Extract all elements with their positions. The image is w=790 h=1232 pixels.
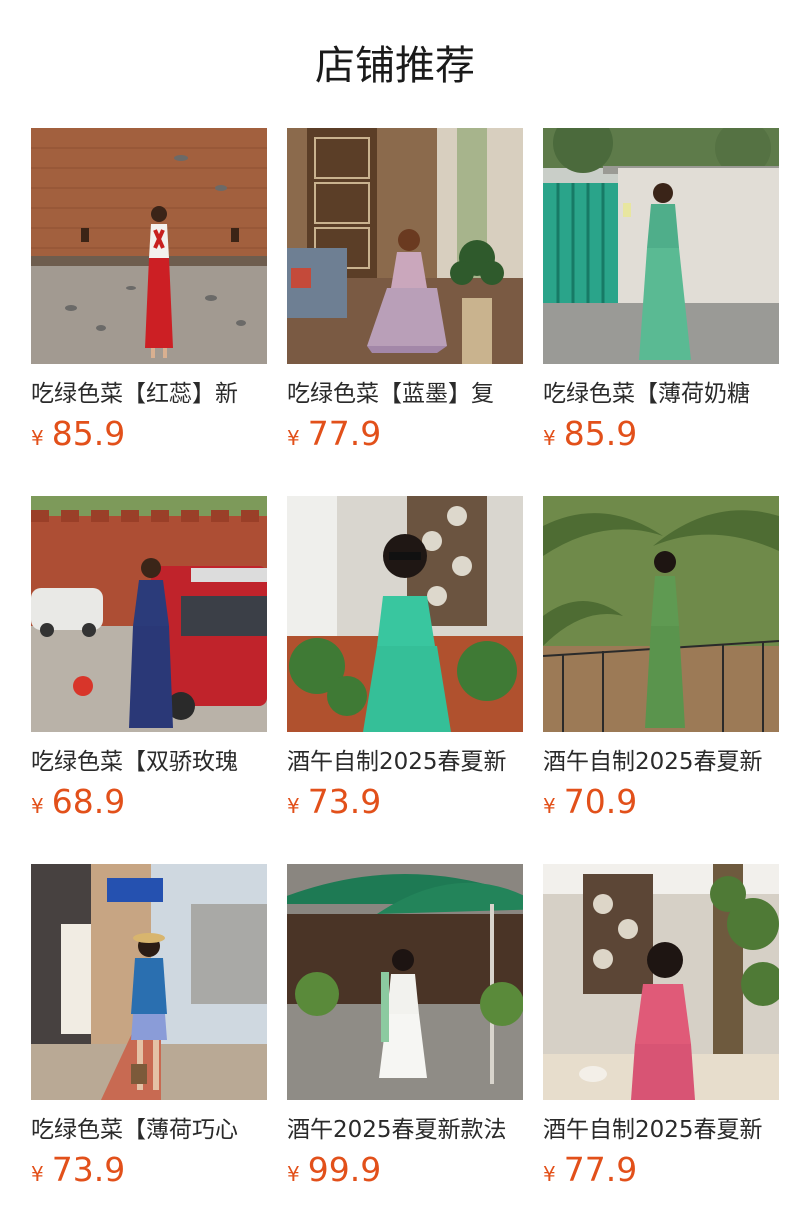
currency-symbol: ¥ bbox=[31, 426, 44, 450]
product-image[interactable] bbox=[31, 864, 267, 1100]
currency-symbol: ¥ bbox=[287, 1162, 300, 1186]
product-name[interactable]: 酒午自制2025春夏新 bbox=[543, 1114, 779, 1146]
price-value: 70.9 bbox=[563, 782, 638, 821]
price-value: 99.9 bbox=[307, 1150, 382, 1189]
product-name[interactable]: 吃绿色菜【双骄玫瑰 bbox=[31, 746, 267, 778]
price-value: 85.9 bbox=[563, 414, 638, 453]
product-image[interactable] bbox=[543, 864, 779, 1100]
product-card[interactable]: 酒午自制2025春夏新 ¥ 70.9 bbox=[543, 496, 779, 864]
product-card[interactable]: 酒午自制2025春夏新 ¥ 77.9 bbox=[543, 864, 779, 1232]
product-price: ¥ 70.9 bbox=[543, 782, 779, 822]
price-value: 68.9 bbox=[51, 782, 126, 821]
section-title: 店铺推荐 bbox=[315, 43, 475, 89]
product-price: ¥ 73.9 bbox=[287, 782, 523, 822]
product-image[interactable] bbox=[287, 496, 523, 732]
currency-symbol: ¥ bbox=[31, 1162, 44, 1186]
product-photo bbox=[543, 496, 779, 732]
price-value: 77.9 bbox=[307, 414, 382, 453]
currency-symbol: ¥ bbox=[543, 1162, 556, 1186]
product-image[interactable] bbox=[31, 496, 267, 732]
product-price: ¥ 99.9 bbox=[287, 1150, 523, 1190]
currency-symbol: ¥ bbox=[543, 794, 556, 818]
price-value: 73.9 bbox=[51, 1150, 126, 1189]
product-photo bbox=[543, 864, 779, 1100]
product-card[interactable]: 酒午自制2025春夏新 ¥ 73.9 bbox=[287, 496, 523, 864]
product-price: ¥ 77.9 bbox=[543, 1150, 779, 1190]
product-photo bbox=[31, 496, 267, 732]
product-name[interactable]: 酒午自制2025春夏新 bbox=[287, 746, 523, 778]
price-value: 77.9 bbox=[563, 1150, 638, 1189]
product-name[interactable]: 酒午自制2025春夏新 bbox=[543, 746, 779, 778]
product-photo bbox=[31, 864, 267, 1100]
product-image[interactable] bbox=[287, 864, 523, 1100]
currency-symbol: ¥ bbox=[543, 426, 556, 450]
product-card[interactable]: 吃绿色菜【薄荷巧心 ¥ 73.9 bbox=[31, 864, 267, 1232]
price-value: 73.9 bbox=[307, 782, 382, 821]
product-photo bbox=[543, 128, 779, 364]
product-photo bbox=[287, 496, 523, 732]
product-name[interactable]: 吃绿色菜【薄荷巧心 bbox=[31, 1114, 267, 1146]
product-image[interactable] bbox=[31, 128, 267, 364]
product-name[interactable]: 吃绿色菜【红蕊】新 bbox=[31, 378, 267, 410]
currency-symbol: ¥ bbox=[287, 794, 300, 818]
product-card[interactable]: 吃绿色菜【双骄玫瑰 ¥ 68.9 bbox=[31, 496, 267, 864]
product-photo bbox=[287, 864, 523, 1100]
product-photo bbox=[31, 128, 267, 364]
product-card[interactable]: 吃绿色菜【红蕊】新 ¥ 85.9 bbox=[31, 128, 267, 496]
product-image[interactable] bbox=[543, 496, 779, 732]
product-price: ¥ 77.9 bbox=[287, 414, 523, 454]
product-price: ¥ 85.9 bbox=[543, 414, 779, 454]
currency-symbol: ¥ bbox=[31, 794, 44, 818]
product-card[interactable]: 吃绿色菜【薄荷奶糖 ¥ 85.9 bbox=[543, 128, 779, 496]
product-image[interactable] bbox=[543, 128, 779, 364]
product-photo bbox=[287, 128, 523, 364]
product-grid: 吃绿色菜【红蕊】新 ¥ 85.9 吃绿色菜【蓝墨】复 ¥ 77.9 吃绿色菜【薄… bbox=[31, 128, 779, 1232]
product-card[interactable]: 吃绿色菜【蓝墨】复 ¥ 77.9 bbox=[287, 128, 523, 496]
product-price: ¥ 73.9 bbox=[31, 1150, 267, 1190]
price-value: 85.9 bbox=[51, 414, 126, 453]
product-price: ¥ 85.9 bbox=[31, 414, 267, 454]
product-price: ¥ 68.9 bbox=[31, 782, 267, 822]
currency-symbol: ¥ bbox=[287, 426, 300, 450]
product-image[interactable] bbox=[287, 128, 523, 364]
product-name[interactable]: 吃绿色菜【蓝墨】复 bbox=[287, 378, 523, 410]
product-card[interactable]: 酒午2025春夏新款法 ¥ 99.9 bbox=[287, 864, 523, 1232]
product-name[interactable]: 吃绿色菜【薄荷奶糖 bbox=[543, 378, 779, 410]
product-name[interactable]: 酒午2025春夏新款法 bbox=[287, 1114, 523, 1146]
